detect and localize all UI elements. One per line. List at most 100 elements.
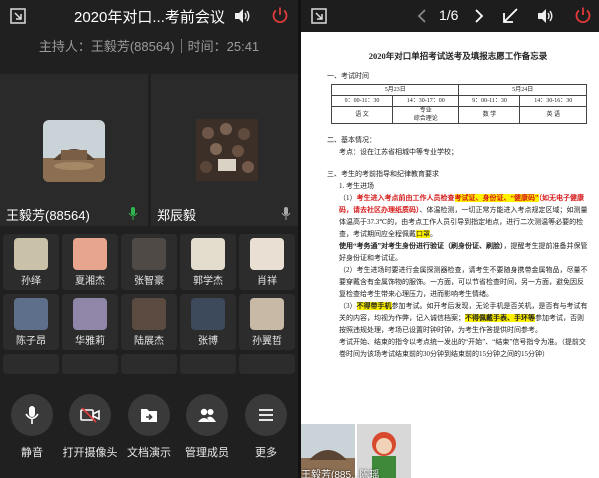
share-doc-icon [141, 409, 157, 422]
document-viewer: 1/6 2020年对口单招考试送考及填报志愿工作备忘录 一、考试时间 5月23日… [301, 0, 599, 478]
page-indicator: 1/6 [439, 7, 459, 23]
text-run: （3） [339, 302, 357, 310]
participant-name: 肖祥 [257, 276, 277, 287]
more-button[interactable]: 更多 [236, 384, 296, 460]
open-camera-label: 打开摄像头 [62, 447, 118, 459]
highlighted-text: 不得佩戴手表、手环等 [465, 314, 535, 322]
mic-active-icon [128, 207, 138, 220]
participant-cell[interactable]: 夏湘杰 [62, 234, 118, 290]
text-run: （1） [339, 194, 357, 202]
manage-members-label: 管理成员 [185, 447, 229, 459]
avatar [14, 298, 48, 330]
table-cell: 专业 综合理论 [391, 106, 460, 124]
participant-cell[interactable]: 郭学杰 [180, 234, 236, 290]
participant-cell[interactable]: 孙绎 [3, 234, 59, 290]
previous-page-icon[interactable] [417, 8, 427, 24]
share-document-button[interactable]: 文档演示 [119, 384, 179, 460]
video-tile-host[interactable]: 王毅芳(88564) [0, 74, 148, 226]
avatar [191, 238, 225, 270]
avatar [196, 119, 258, 181]
participant-cell[interactable] [180, 354, 236, 374]
table-cell: 数 学 [458, 106, 521, 124]
meeting-panel: 2020年对口...考前会议 主持人：王毅芳(88564) 时间：25:41 王毅… [0, 0, 298, 478]
camera-off-icon [80, 407, 100, 423]
participant-name: 张智豪 [134, 276, 164, 287]
meeting-title: 2020年对口...考前会议 [74, 9, 225, 26]
table-cell-line: 专业 [419, 108, 432, 114]
document-page: 2020年对口单招考试送考及填报志愿工作备忘录 一、考试时间 5月23日 5月2… [327, 50, 589, 360]
avatar [73, 238, 107, 270]
paragraph: （1）考生进入考点前由工作人员检查考试证、身份证、“健康码”（如无电子健康码，请… [327, 192, 589, 240]
meeting-toolbar: 静音 打开摄像头 文档演示 管理成员 更多 [0, 384, 298, 478]
mic-icon [281, 207, 291, 220]
video-tile-participant[interactable]: 郑辰毅 [151, 74, 298, 226]
section-heading: 三、考生的考前指导和纪律教育要求 [327, 170, 439, 178]
participant-name: 华雅莉 [75, 336, 105, 347]
participant-cell[interactable] [62, 354, 118, 374]
highlighted-text: 口罩 [416, 230, 430, 238]
avatar [191, 298, 225, 330]
highlighted-text: 考试证、身份证、“健康码” [454, 194, 539, 202]
participant-name: 夏湘杰 [75, 276, 105, 287]
mute-button[interactable]: 静音 [2, 384, 62, 460]
elapsed-time: 时间：25:41 [187, 39, 260, 54]
menu-icon [259, 409, 273, 421]
speaker-icon[interactable] [536, 8, 554, 24]
avatar [73, 298, 107, 330]
more-label: 更多 [255, 447, 277, 459]
floating-video-strip[interactable]: 王毅芳(885...陈瑶 [301, 424, 411, 478]
table-cell: 14：30-17：00 [391, 95, 460, 107]
mic-icon [25, 406, 39, 424]
collapse-arrow-icon[interactable] [501, 7, 519, 25]
avatar [250, 238, 284, 270]
bold-text: 使用“考务通”对考生身份进行验证（刷身份证、刷脸） [339, 242, 504, 250]
host-info: 主持人：王毅芳(88564) 时间：25:41 [0, 36, 298, 55]
speaker-icon[interactable] [233, 8, 251, 24]
red-text: 考生进入考点前由工作人员检查 [356, 194, 455, 202]
avatar [132, 238, 166, 270]
participant-name: 郭学杰 [193, 276, 223, 287]
next-page-icon[interactable] [474, 8, 484, 24]
table-cell: 9：00-11：30 [458, 95, 521, 107]
viewer-top-bar: 1/6 [301, 0, 599, 32]
table-cell: 语 文 [331, 106, 393, 124]
participant-cell[interactable] [239, 354, 295, 374]
leave-meeting-icon[interactable] [574, 6, 592, 24]
pip-participant-names: 王毅芳(885...陈瑶 [301, 470, 380, 478]
members-icon [198, 408, 216, 422]
minimize-window-icon[interactable] [10, 8, 26, 24]
table-cell: 5月23日 [330, 84, 460, 96]
table-cell: 9：00-11：30 [331, 95, 393, 107]
mute-label: 静音 [21, 447, 43, 459]
leave-meeting-icon[interactable] [271, 6, 289, 24]
text-run: 。 [430, 230, 437, 238]
open-camera-button[interactable]: 打开摄像头 [60, 384, 120, 460]
participant-cell[interactable]: 孙翼哲 [239, 294, 295, 350]
subsection-heading: 1. 考生进场 [339, 182, 374, 190]
participant-name: 陆展杰 [134, 336, 164, 347]
participant-cell[interactable]: 陆展杰 [121, 294, 177, 350]
participant-cell[interactable]: 张智豪 [121, 234, 177, 290]
manage-members-button[interactable]: 管理成员 [177, 384, 237, 460]
participant-cell[interactable]: 肖祥 [239, 234, 295, 290]
highlighted-text: 不得带手机 [356, 302, 392, 310]
participant-name: 郑辰毅 [157, 208, 197, 223]
paragraph: （3）不得带手机参加考试。如开考后发现，无论手机是否关机，是否有与考试有关的内容… [327, 300, 589, 336]
participant-name: 张博 [198, 336, 218, 347]
avatar [14, 238, 48, 270]
paragraph: （2）考生进场时要进行金属探测器检查，请考生不要随身携带金属物品，尽量不要穿戴含… [339, 266, 588, 298]
section-heading: 二、基本情况： [327, 136, 376, 144]
participant-cell[interactable] [3, 354, 59, 374]
participant-cell[interactable]: 陈子昂 [3, 294, 59, 350]
share-document-label: 文档演示 [127, 447, 171, 459]
participant-cell[interactable] [121, 354, 177, 374]
participant-cell[interactable]: 张博 [180, 294, 236, 350]
minimize-window-icon[interactable] [311, 8, 327, 24]
participant-name: 孙翼哲 [252, 336, 282, 347]
participant-name: 陈子昂 [16, 336, 46, 347]
paragraph: 考点：设在江苏省相城中等专业学校； [339, 148, 458, 156]
exam-schedule-table: 5月23日 5月24日 9：00-11：30 14：30-17：00 9：00-… [330, 84, 587, 124]
participant-cell[interactable]: 华雅莉 [62, 294, 118, 350]
table-cell-line: 综合理论 [413, 116, 438, 122]
meeting-top-bar: 2020年对口...考前会议 [0, 0, 298, 32]
